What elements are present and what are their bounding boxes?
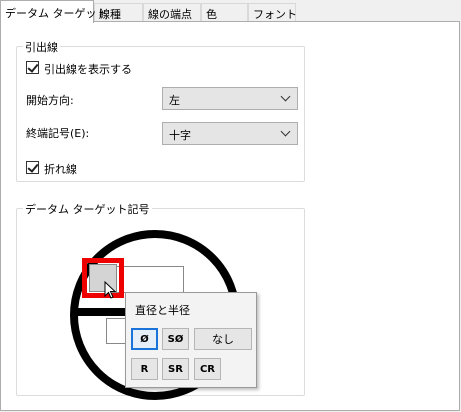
end-symbol-label: 終端記号(E): bbox=[26, 127, 90, 140]
tab-label: 線の端点 bbox=[148, 8, 192, 21]
button-label: SR bbox=[168, 363, 183, 375]
spherical-diameter-button[interactable]: SØ bbox=[162, 328, 189, 350]
chevron-down-icon bbox=[280, 91, 291, 102]
end-symbol-value: 十字 bbox=[169, 129, 191, 142]
end-symbol-select[interactable]: 十字 bbox=[162, 122, 298, 145]
button-label: Ø bbox=[140, 333, 149, 345]
diameter-button[interactable]: Ø bbox=[131, 328, 158, 350]
radius-button[interactable]: R bbox=[131, 358, 158, 380]
button-label: CR bbox=[199, 363, 216, 375]
button-label: SØ bbox=[167, 333, 184, 345]
tab-font[interactable]: フォント bbox=[248, 3, 297, 22]
tab-label: フォント bbox=[253, 8, 297, 21]
chevron-down-icon bbox=[280, 126, 291, 137]
start-direction-label: 開始方向: bbox=[26, 94, 74, 107]
leader-group-title: 引出線 bbox=[23, 39, 60, 55]
tab-label: データム ターゲット bbox=[5, 7, 108, 20]
tab-label: 色 bbox=[206, 8, 217, 21]
controlled-radius-button[interactable]: CR bbox=[194, 358, 221, 380]
popup-title: 直径と半径 bbox=[135, 304, 190, 317]
tab-strip: データム ターゲット 線種 線の端点 色 フォント bbox=[0, 0, 461, 23]
mouse-cursor-icon bbox=[104, 281, 117, 299]
datum-symbol-group-title: データム ターゲット記号 bbox=[23, 201, 152, 217]
bent-line-checkbox[interactable] bbox=[26, 161, 39, 174]
none-button[interactable]: なし bbox=[194, 328, 252, 350]
show-leader-checkbox[interactable] bbox=[26, 61, 39, 74]
diameter-radius-popup: 直径と半径 Ø SØ なし R SR CR bbox=[125, 292, 257, 388]
bent-line-label: 折れ線 bbox=[44, 163, 77, 176]
spherical-radius-button[interactable]: SR bbox=[162, 358, 189, 380]
button-label: なし bbox=[212, 333, 234, 346]
start-direction-select[interactable]: 左 bbox=[162, 87, 298, 110]
tab-datum-target[interactable]: データム ターゲット bbox=[0, 0, 108, 23]
tab-color[interactable]: 色 bbox=[201, 3, 248, 22]
show-leader-label: 引出線を表示する bbox=[44, 63, 132, 76]
tab-line-ends[interactable]: 線の端点 bbox=[143, 3, 201, 22]
button-label: R bbox=[140, 363, 149, 375]
start-direction-value: 左 bbox=[169, 94, 180, 107]
